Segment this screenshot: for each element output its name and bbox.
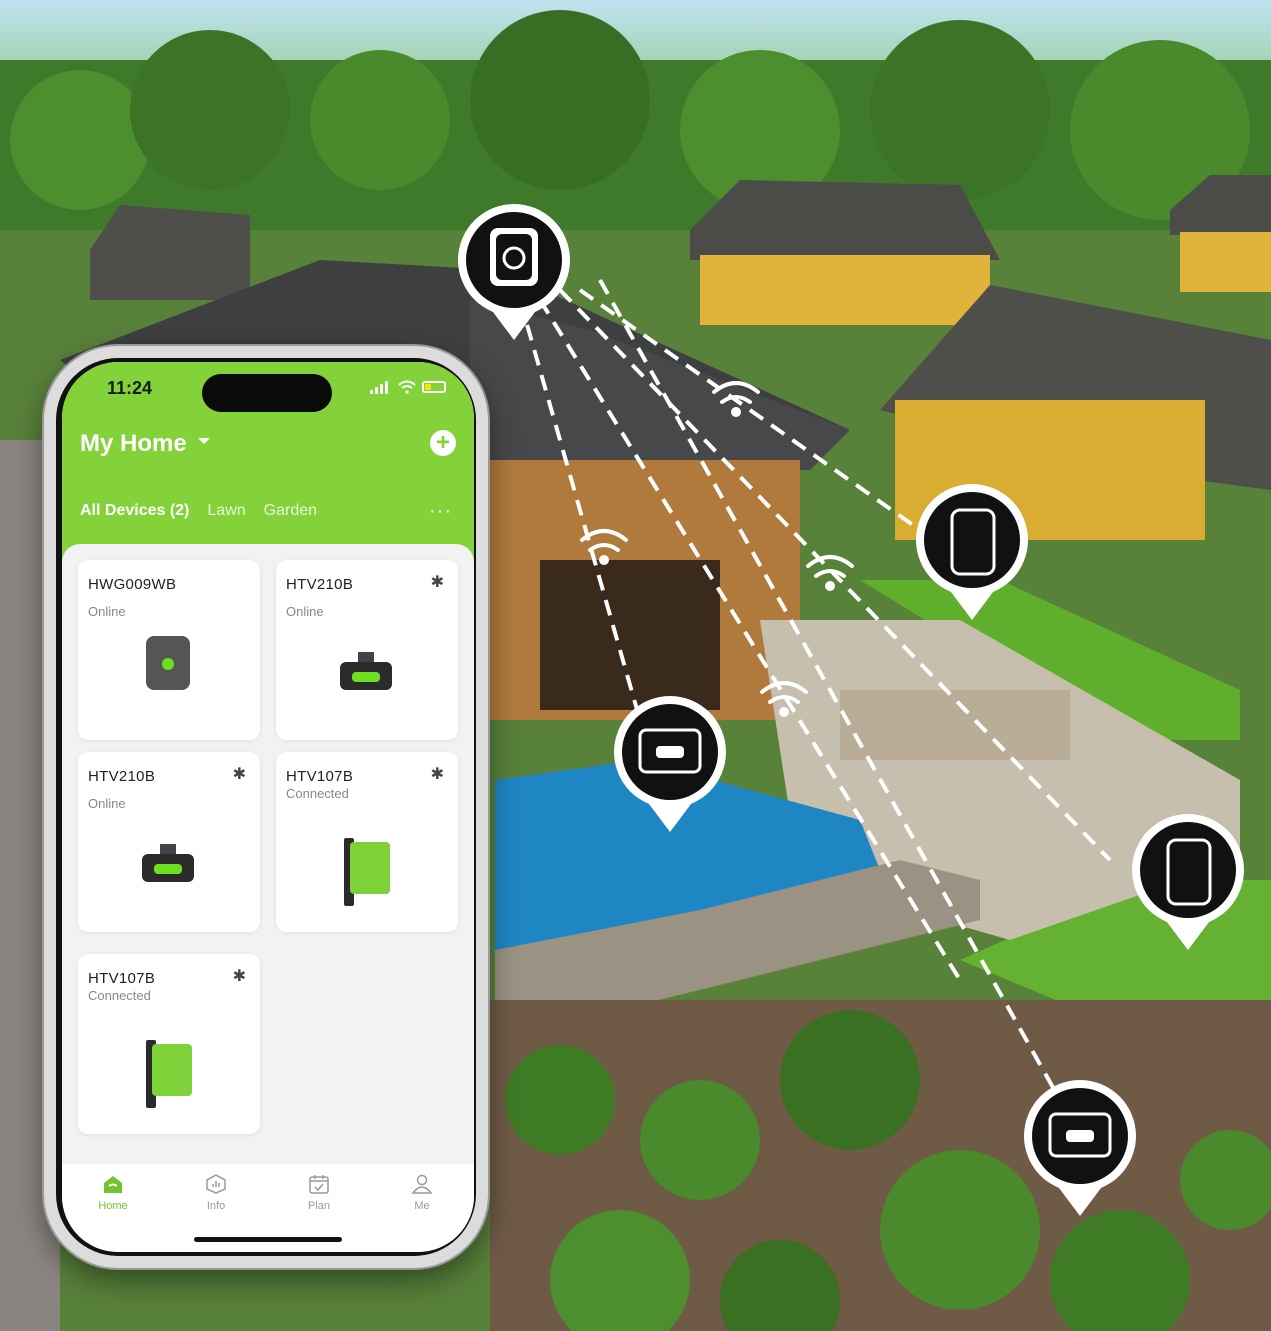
nav-home[interactable]: Home [83, 1174, 143, 1212]
calendar-icon [309, 1175, 329, 1194]
status-icons [370, 380, 446, 394]
valve-device-icon [142, 844, 194, 884]
nav-me-label: Me [414, 1200, 430, 1212]
status-time: 11:24 [107, 378, 153, 398]
home-icon [104, 1176, 122, 1193]
timer-device-icon [146, 1034, 192, 1108]
valve-device-icon [340, 652, 392, 692]
device-grid: HWG009WB Online HTV210B Online ✱ HTV210B… [62, 544, 474, 1164]
device-card[interactable]: HTV107B Connected ✱ [276, 752, 458, 932]
nav-me[interactable]: Me [392, 1174, 452, 1212]
tab-all-devices[interactable]: All Devices (2) [80, 502, 189, 520]
device-name: HTV107B [88, 970, 156, 987]
gateway-device-icon [146, 636, 190, 690]
device-name: HTV107B [286, 768, 354, 785]
device-name: HWG009WB [88, 576, 177, 593]
info-icon [206, 1174, 226, 1194]
app-header: 11:24 My Home + All Devices (2) Lawn Gar… [62, 362, 474, 562]
nav-info[interactable]: Info [186, 1174, 246, 1212]
nav-plan[interactable]: Plan [289, 1174, 349, 1212]
home-title[interactable]: My Home [80, 430, 187, 458]
device-card[interactable]: HTV107B Connected ✱ [78, 954, 260, 1134]
device-card[interactable]: HTV210B Online ✱ [78, 752, 260, 932]
signal-icon [370, 380, 392, 394]
device-status: Online [88, 796, 126, 811]
bluetooth-icon: ✱ [232, 766, 246, 783]
bluetooth-icon: ✱ [430, 766, 444, 783]
device-card[interactable]: HTV210B Online ✱ [276, 560, 458, 740]
home-indicator[interactable] [194, 1237, 342, 1242]
app-screen: 11:24 My Home + All Devices (2) Lawn Gar… [62, 362, 474, 1252]
nav-home-label: Home [98, 1200, 128, 1212]
battery-icon [422, 381, 446, 393]
tab-lawn[interactable]: Lawn [207, 502, 245, 520]
device-card[interactable]: HWG009WB Online [78, 560, 260, 740]
tab-garden[interactable]: Garden [264, 502, 317, 520]
device-status: Online [286, 604, 324, 619]
wifi-icon [398, 380, 416, 394]
dynamic-island [202, 374, 332, 412]
nav-info-label: Info [206, 1200, 226, 1212]
nav-plan-label: Plan [307, 1200, 331, 1212]
timer-device-icon [344, 832, 390, 906]
device-status: Online [88, 604, 126, 619]
device-name: HTV210B [286, 576, 354, 593]
bottom-nav: Home Info Plan Me [62, 1164, 474, 1252]
more-button[interactable]: ··· [429, 500, 452, 523]
user-icon [411, 1174, 433, 1194]
room-tabs: All Devices (2) Lawn Garden [80, 502, 317, 520]
device-name: HTV210B [88, 768, 156, 785]
device-status: Connected [88, 988, 151, 1003]
chevron-down-icon[interactable] [198, 438, 210, 444]
bluetooth-icon: ✱ [232, 968, 246, 985]
device-status: Connected [286, 786, 349, 801]
bluetooth-icon: ✱ [430, 574, 444, 591]
add-device-button[interactable]: + [430, 430, 456, 456]
